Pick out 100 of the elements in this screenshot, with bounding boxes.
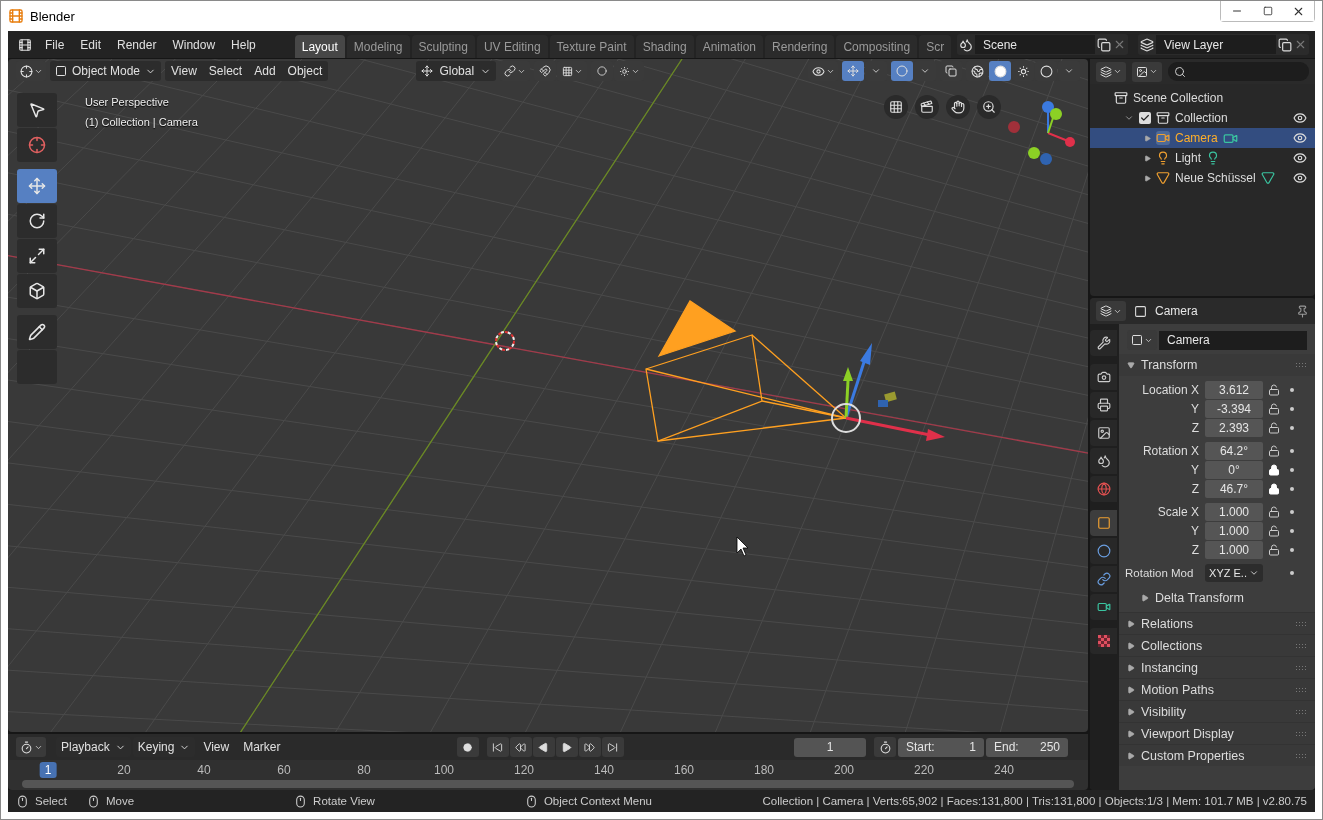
start-frame-field[interactable]: Start: 1 (898, 737, 984, 757)
annotate-tool[interactable] (17, 315, 57, 349)
keyframe-dot[interactable] (1290, 407, 1294, 411)
properties-tab[interactable] (1090, 330, 1117, 356)
play-button[interactable] (555, 737, 578, 757)
panel-header[interactable]: Instancing (1119, 656, 1315, 678)
panel-header[interactable]: Relations (1119, 612, 1315, 634)
workspace-tab[interactable]: Layout (294, 35, 345, 58)
end-frame-field[interactable]: End: 250 (986, 737, 1068, 757)
keyframe-dot[interactable] (1290, 571, 1294, 575)
frame-number[interactable]: 200 (829, 762, 859, 778)
frame-number[interactable]: 140 (589, 762, 619, 778)
viewport-menu-item[interactable]: View (165, 61, 203, 81)
jump-start-button[interactable] (486, 737, 509, 757)
shading-button[interactable] (989, 61, 1011, 81)
rotation-mode-dropdown[interactable]: XYZ E.. (1205, 564, 1263, 582)
number-field[interactable]: 1.000 (1205, 522, 1263, 540)
panel-header[interactable]: Custom Properties (1119, 744, 1315, 766)
number-field[interactable]: 1.000 (1205, 541, 1263, 559)
view-layer-name-field[interactable]: View Layer (1156, 35, 1276, 54)
keyframe-dot[interactable] (1290, 529, 1294, 533)
panel-header[interactable]: Visibility (1119, 700, 1315, 722)
panel-header[interactable]: Viewport Display (1119, 722, 1315, 744)
number-field[interactable]: 0° (1205, 461, 1263, 479)
current-frame-field[interactable]: 1 (794, 737, 866, 757)
properties-tab[interactable] (1090, 538, 1117, 564)
workspace-tab[interactable]: Texture Paint (549, 35, 634, 58)
menu-item[interactable]: Render (110, 34, 164, 55)
number-field[interactable]: 3.612 (1205, 381, 1263, 399)
properties-tab[interactable] (1090, 420, 1117, 446)
frame-number[interactable]: 1 (39, 762, 57, 778)
properties-tab[interactable] (1090, 566, 1117, 592)
editor-type-button[interactable] (1096, 61, 1126, 82)
menu-item[interactable]: File (38, 34, 72, 55)
overlay-toggle-button[interactable] (891, 61, 913, 81)
keyframe-dot[interactable] (1290, 468, 1294, 472)
menu-item[interactable]: Help (224, 34, 263, 55)
workspace-tab[interactable]: Animation (695, 35, 764, 58)
outliner-row[interactable]: Light (1090, 148, 1315, 168)
workspace-tab[interactable]: Sculpting (411, 35, 475, 58)
display-mode-button[interactable] (1132, 61, 1162, 82)
outliner-row[interactable]: Neue Schüssel (1090, 168, 1315, 188)
viewport-menu-item[interactable]: Select (202, 61, 249, 81)
properties-tab[interactable] (1090, 392, 1117, 418)
number-field[interactable]: -3.394 (1205, 400, 1263, 418)
pan-button[interactable] (946, 95, 970, 119)
viewport-menu-item[interactable]: Object (281, 61, 329, 81)
record-button[interactable] (456, 737, 479, 757)
frame-number[interactable]: 100 (429, 762, 459, 778)
frame-number[interactable]: 220 (909, 762, 939, 778)
prev-keyframe-button[interactable] (509, 737, 532, 757)
keyframe-dot[interactable] (1290, 449, 1294, 453)
editor-type-button[interactable] (16, 737, 46, 757)
timeline-menu-item[interactable]: Marker (237, 737, 287, 757)
editor-type-button[interactable] (1096, 301, 1126, 321)
number-field[interactable]: 2.393 (1205, 419, 1263, 437)
properties-tab[interactable] (1090, 628, 1117, 654)
keyframe-dot[interactable] (1290, 510, 1294, 514)
scene-name-field[interactable]: Scene (975, 35, 1095, 54)
frame-number[interactable]: 240 (989, 762, 1019, 778)
select-tool[interactable] (17, 93, 57, 127)
outliner-row[interactable]: Scene Collection (1090, 88, 1315, 108)
workspace-tab[interactable]: Scr (919, 35, 952, 58)
panel-header[interactable]: Collections (1119, 634, 1315, 656)
number-field[interactable]: 64.2° (1205, 442, 1263, 460)
frame-number[interactable]: 120 (509, 762, 539, 778)
viewport-menu-item[interactable]: Add (248, 61, 282, 81)
frame-number[interactable]: 60 (272, 762, 296, 778)
orientation-dropdown[interactable]: Global (416, 61, 497, 81)
outliner-row[interactable]: Camera (1090, 128, 1315, 148)
workspace-tab[interactable]: Modeling (346, 35, 410, 58)
grid-view-button[interactable] (884, 95, 908, 119)
properties-tab[interactable] (1090, 448, 1117, 474)
zoom-button[interactable] (977, 95, 1001, 119)
scale-tool[interactable] (17, 239, 57, 273)
rotate-tool[interactable] (17, 204, 57, 238)
keyframe-dot[interactable] (1290, 426, 1294, 430)
camera-view-button[interactable] (915, 95, 939, 119)
workspace-tab[interactable]: Rendering (765, 35, 835, 58)
cursor-tool[interactable] (17, 128, 57, 162)
stopwatch-button[interactable] (874, 737, 896, 757)
workspace-tab[interactable]: Shading (635, 35, 694, 58)
mode-dropdown[interactable]: Object Mode (50, 61, 162, 81)
frame-number[interactable]: 80 (352, 762, 376, 778)
panel-header[interactable]: Transform (1119, 354, 1315, 376)
workspace-tab[interactable]: UV Editing (476, 35, 548, 58)
properties-tab[interactable] (1090, 510, 1117, 536)
search-field[interactable] (1168, 62, 1309, 81)
workspace-tab[interactable]: Compositing (836, 35, 918, 58)
next-keyframe-button[interactable] (578, 737, 601, 757)
menu-item[interactable]: Window (165, 34, 223, 55)
properties-tab[interactable] (1090, 476, 1117, 502)
expand-arrow-icon[interactable] (1124, 113, 1134, 123)
keyframe-dot[interactable] (1290, 548, 1294, 552)
properties-tab[interactable] (1090, 364, 1117, 390)
outliner-row[interactable]: Collection (1090, 108, 1315, 128)
transform-tool[interactable] (17, 274, 57, 308)
frame-number[interactable]: 160 (669, 762, 699, 778)
properties-tab[interactable] (1090, 594, 1117, 620)
frame-number[interactable]: 20 (112, 762, 136, 778)
